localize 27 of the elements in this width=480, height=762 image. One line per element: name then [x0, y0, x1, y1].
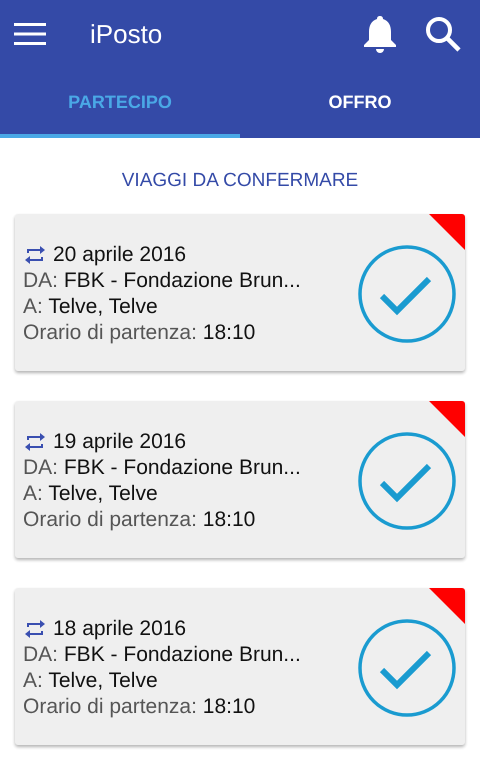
trip-detail: Orario di partenza: 18:10	[23, 694, 256, 718]
bell-icon[interactable]	[362, 14, 398, 54]
trip-date: 19 aprile 2016	[53, 430, 186, 454]
confirm-button[interactable]	[357, 244, 457, 344]
menu-icon[interactable]	[14, 22, 46, 46]
trip-card[interactable]: 20 aprile 2016 DA: FBK - Fondazione Brun... A: Telve, Telve Orario di partenza: 18:10	[15, 214, 465, 371]
repeat-icon	[23, 618, 47, 640]
trip-card[interactable]: 19 aprile 2016 DA: FBK - Fondazione Brun... A: Telve, Telve Orario di partenza: 18:10	[15, 401, 465, 558]
trip-detail: Orario di partenza: 18:10	[23, 320, 256, 344]
repeat-icon	[23, 430, 47, 452]
confirm-button[interactable]	[357, 618, 457, 718]
confirm-button[interactable]	[357, 430, 457, 530]
app-title: iPosto	[90, 18, 164, 50]
trip-detail: A: Telve, Telve	[23, 482, 159, 506]
tab[interactable]: OFFRO	[240, 68, 480, 138]
trip-detail: A: Telve, Telve	[23, 668, 159, 692]
section-title: VIAGGI DA CONFERMARE	[122, 170, 358, 191]
trip-card[interactable]: 18 aprile 2016 DA: FBK - Fondazione Brun... A: Telve, Telve Orario di partenza: 18:10	[15, 588, 465, 745]
trip-detail: Orario di partenza: 18:10	[23, 508, 256, 532]
trip-detail: DA: FBK - Fondazione Brun...	[23, 642, 302, 666]
trip-date: 20 aprile 2016	[53, 242, 186, 266]
trip-detail: A: Telve, Telve	[23, 294, 159, 318]
trip-date: 18 aprile 2016	[53, 616, 186, 640]
trip-detail: DA: FBK - Fondazione Brun...	[23, 456, 302, 480]
repeat-icon	[23, 244, 47, 266]
search-icon[interactable]	[424, 15, 462, 53]
trip-detail: DA: FBK - Fondazione Brun...	[23, 268, 302, 292]
